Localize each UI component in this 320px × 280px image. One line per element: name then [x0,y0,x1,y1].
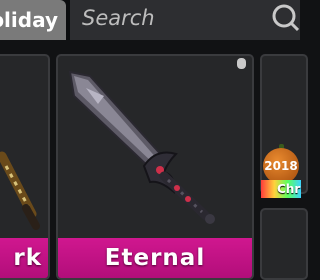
item-name-label: rk [0,238,48,278]
sword-icon [68,70,215,224]
knife-icon [0,151,40,230]
search-placeholder: Search [82,6,155,30]
tab-holiday[interactable]: oliday [0,0,66,40]
scrollbar-thumb[interactable] [237,58,246,69]
item-name-label: Eternal [58,238,252,278]
inventory-item-card[interactable] [260,208,308,280]
pumpkin-icon: 2018 [263,148,299,184]
inventory-item-card-eternal[interactable]: Eternal [56,54,254,280]
search-input[interactable]: Search [70,0,300,40]
search-icon[interactable] [269,3,299,33]
year-badge-text: 2018 [264,159,298,173]
chroma-tag: Chr [261,180,301,198]
inventory-item-card[interactable]: rk [0,54,50,280]
top-bar: oliday Search [0,0,300,40]
